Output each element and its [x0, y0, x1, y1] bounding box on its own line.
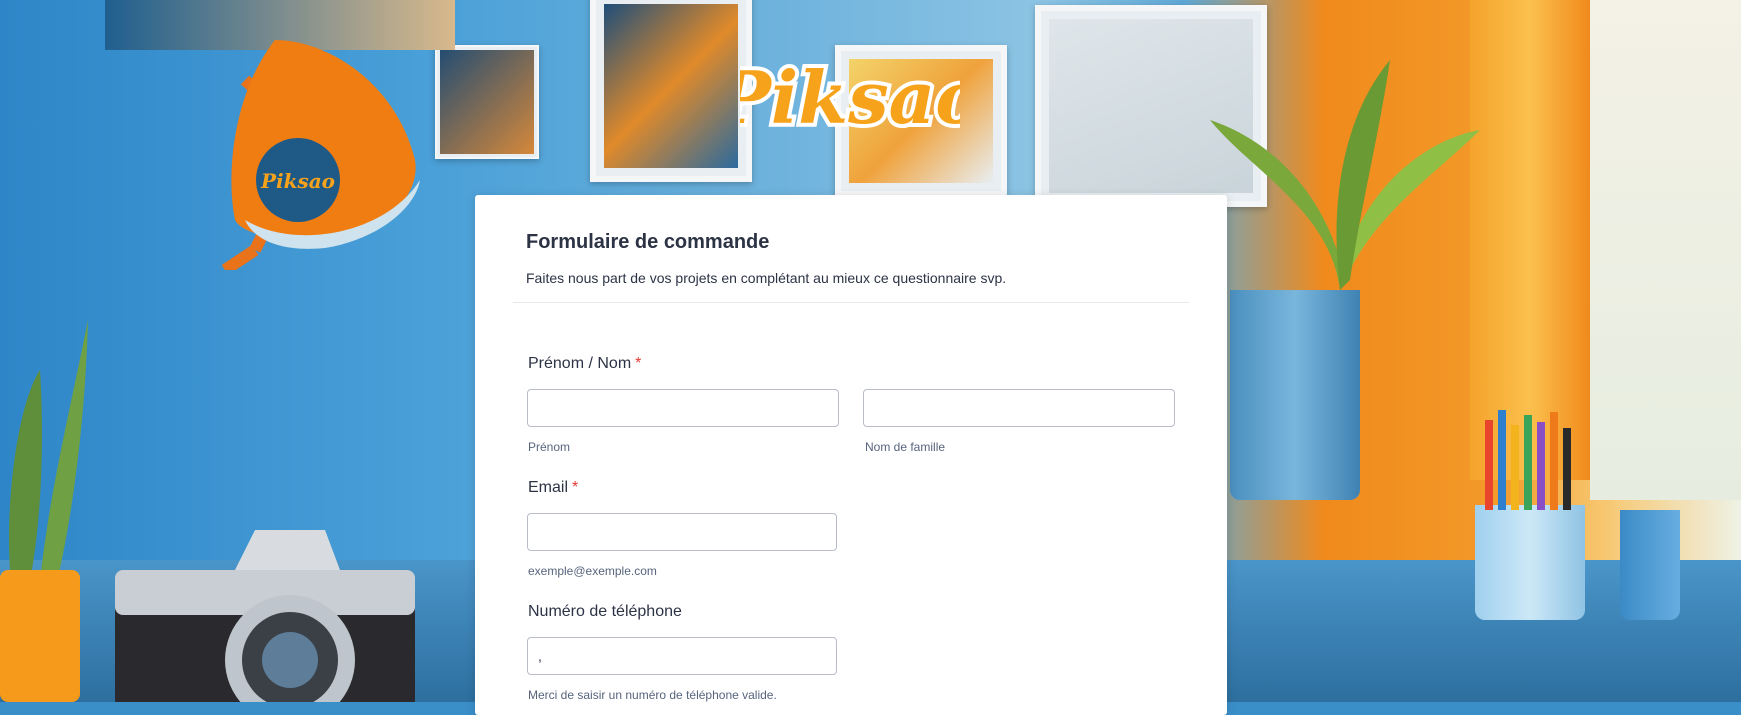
logo-text: Piksao — [740, 55, 960, 140]
last-name-sublabel: Nom de famille — [865, 440, 946, 454]
succulent-illustration — [0, 320, 88, 702]
phone-input[interactable] — [527, 637, 837, 675]
form-title: Formulaire de commande — [526, 231, 770, 253]
required-asterisk: * — [635, 355, 642, 372]
pencil-cup-small — [1620, 510, 1680, 620]
header-divider — [513, 302, 1189, 303]
background-window — [1590, 0, 1741, 500]
pencils-illustration — [1485, 410, 1571, 510]
email-label-text: Email — [528, 479, 569, 496]
email-field-label: Email * — [528, 479, 578, 497]
name-field-label: Prénom / Nom * — [528, 355, 641, 373]
pencil-cup — [1475, 505, 1585, 620]
piksao-logo: Piksao — [740, 51, 960, 144]
email-sublabel: exemple@exemple.com — [528, 564, 657, 578]
order-form-card: Formulaire de commande Faites nous part … — [475, 195, 1227, 715]
phone-sublabel: Merci de saisir un numéro de téléphone v… — [528, 688, 777, 702]
phone-field-label: Numéro de téléphone — [528, 603, 682, 621]
lamp-badge-text: Piksao — [260, 169, 335, 193]
background-frame — [590, 0, 752, 182]
plant-illustration — [1210, 60, 1480, 290]
form-subtitle: Faites nous part de vos projets en compl… — [526, 270, 1007, 286]
name-label-text: Prénom / Nom — [528, 355, 632, 372]
first-name-sublabel: Prénom — [528, 440, 571, 454]
form-header: Formulaire de commande Faites nous part … — [526, 231, 1176, 286]
plant-pot — [1230, 290, 1360, 500]
phone-label-text: Numéro de téléphone — [528, 603, 682, 620]
required-asterisk: * — [572, 479, 579, 496]
camera-illustration — [115, 530, 415, 702]
email-input[interactable] — [527, 513, 837, 551]
first-name-input[interactable] — [527, 389, 839, 427]
lamp-illustration: Piksao — [221, 40, 420, 270]
last-name-input[interactable] — [863, 389, 1175, 427]
